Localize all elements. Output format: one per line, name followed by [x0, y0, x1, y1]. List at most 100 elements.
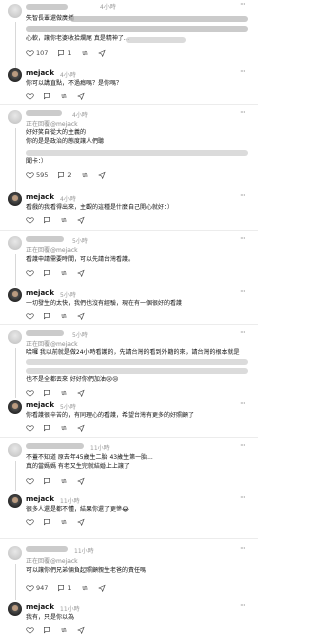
mejack-avatar[interactable] — [8, 400, 22, 414]
commenter-name-blurred[interactable] — [26, 443, 84, 449]
comment-button[interactable] — [43, 626, 51, 634]
comment-button[interactable] — [43, 477, 51, 485]
mejack-avatar[interactable] — [8, 192, 22, 206]
commenter-avatar[interactable] — [8, 546, 22, 560]
commenter-name-blurred[interactable] — [26, 236, 64, 242]
more-options-icon[interactable]: ··· — [240, 441, 246, 450]
share-button[interactable] — [97, 171, 106, 179]
repost-button[interactable] — [81, 171, 89, 179]
share-button[interactable] — [77, 424, 85, 432]
comment-text-line: 可以讓你們兄弟倆負起照顧親生老爸的責任嗎 — [26, 567, 147, 574]
comment-button[interactable] — [43, 389, 51, 397]
like-button[interactable] — [26, 92, 34, 100]
share-button[interactable] — [97, 584, 106, 592]
more-options-icon[interactable]: ··· — [240, 601, 246, 610]
more-options-icon[interactable]: ··· — [240, 234, 246, 243]
commenter-avatar[interactable] — [8, 110, 22, 124]
commenter-name-blurred[interactable] — [26, 4, 68, 10]
more-options-icon[interactable]: ··· — [240, 493, 246, 502]
comment-button[interactable]: 1 — [57, 584, 72, 592]
share-button[interactable] — [77, 626, 85, 634]
commenter-name-blurred[interactable] — [26, 330, 64, 336]
more-options-icon[interactable]: ··· — [240, 191, 246, 200]
like-button[interactable] — [26, 389, 34, 397]
repost-button[interactable] — [81, 584, 89, 592]
like-button[interactable]: 947 — [26, 584, 48, 592]
commenter-avatar[interactable] — [8, 330, 22, 344]
like-button[interactable]: 595 — [26, 171, 48, 179]
send-icon — [77, 477, 85, 485]
reply-author-name[interactable]: mejack — [26, 69, 54, 77]
share-button[interactable] — [97, 49, 106, 57]
like-button[interactable] — [26, 477, 34, 485]
share-button[interactable] — [77, 216, 85, 224]
comment-divider — [0, 324, 258, 325]
repost-button[interactable] — [60, 312, 68, 320]
comment-button[interactable] — [43, 216, 51, 224]
like-button[interactable] — [26, 626, 34, 634]
more-options-icon[interactable]: ··· — [240, 67, 246, 76]
like-button[interactable] — [26, 518, 34, 526]
comment-text-line: 聞卡：） — [26, 158, 48, 165]
reply-author-name[interactable]: mejack — [26, 193, 54, 201]
share-button[interactable] — [77, 389, 85, 397]
heart-icon — [26, 390, 34, 397]
like-button[interactable]: 107 — [26, 49, 48, 57]
comment-button[interactable] — [43, 424, 51, 432]
like-button[interactable] — [26, 424, 34, 432]
mejack-avatar[interactable] — [8, 288, 22, 302]
like-button[interactable] — [26, 269, 34, 277]
heart-icon — [26, 627, 34, 634]
repost-button[interactable] — [60, 269, 68, 277]
commenter-avatar[interactable] — [8, 4, 22, 18]
more-options-icon[interactable]: ··· — [240, 287, 246, 296]
heart-icon — [26, 172, 34, 179]
comment-button[interactable]: 2 — [57, 171, 72, 179]
comment-actions — [26, 388, 85, 398]
reply-author-name[interactable]: mejack — [26, 495, 54, 503]
share-button[interactable] — [77, 92, 85, 100]
more-options-icon[interactable]: ··· — [240, 328, 246, 337]
repost-button[interactable] — [60, 477, 68, 485]
repost-button[interactable] — [60, 389, 68, 397]
reply-author-name[interactable]: mejack — [26, 289, 54, 297]
comment-button[interactable] — [43, 269, 51, 277]
send-icon — [77, 518, 85, 526]
more-options-icon[interactable]: ··· — [240, 0, 246, 9]
comment-count: 1 — [67, 584, 72, 592]
commenter-name-blurred[interactable] — [26, 110, 62, 116]
repost-button[interactable] — [60, 216, 68, 224]
send-icon — [77, 424, 85, 432]
comment-text-line: 好好笑自從大的主義的 — [26, 129, 87, 136]
repost-button[interactable] — [60, 518, 68, 526]
share-button[interactable] — [77, 477, 85, 485]
commenter-avatar[interactable] — [8, 236, 22, 250]
repost-button[interactable] — [60, 92, 68, 100]
commenter-avatar[interactable] — [8, 443, 22, 457]
reply-author-name[interactable]: mejack — [26, 401, 54, 409]
repost-button[interactable] — [60, 626, 68, 634]
reply-author-name[interactable]: mejack — [26, 603, 54, 611]
repost-button[interactable] — [60, 424, 68, 432]
more-options-icon[interactable]: ··· — [240, 399, 246, 408]
comment-button[interactable] — [43, 92, 51, 100]
mejack-avatar[interactable] — [8, 494, 22, 508]
more-options-icon[interactable]: ··· — [240, 544, 246, 553]
speech-bubble-icon — [44, 313, 50, 320]
share-button[interactable] — [77, 269, 85, 277]
like-button[interactable] — [26, 312, 34, 320]
mejack-avatar[interactable] — [8, 68, 22, 82]
commenter-name-blurred[interactable] — [26, 546, 68, 552]
mejack-avatar[interactable] — [8, 602, 22, 616]
repost-icon — [61, 425, 67, 431]
comment-button[interactable]: 1 — [57, 49, 72, 57]
share-button[interactable] — [77, 312, 85, 320]
more-options-icon[interactable]: ··· — [240, 108, 246, 117]
comment-button[interactable] — [43, 312, 51, 320]
share-button[interactable] — [77, 518, 85, 526]
speech-bubble-icon — [44, 519, 50, 526]
comment-button[interactable] — [43, 518, 51, 526]
like-button[interactable] — [26, 216, 34, 224]
reply-actions — [26, 625, 85, 635]
repost-button[interactable] — [81, 49, 89, 57]
